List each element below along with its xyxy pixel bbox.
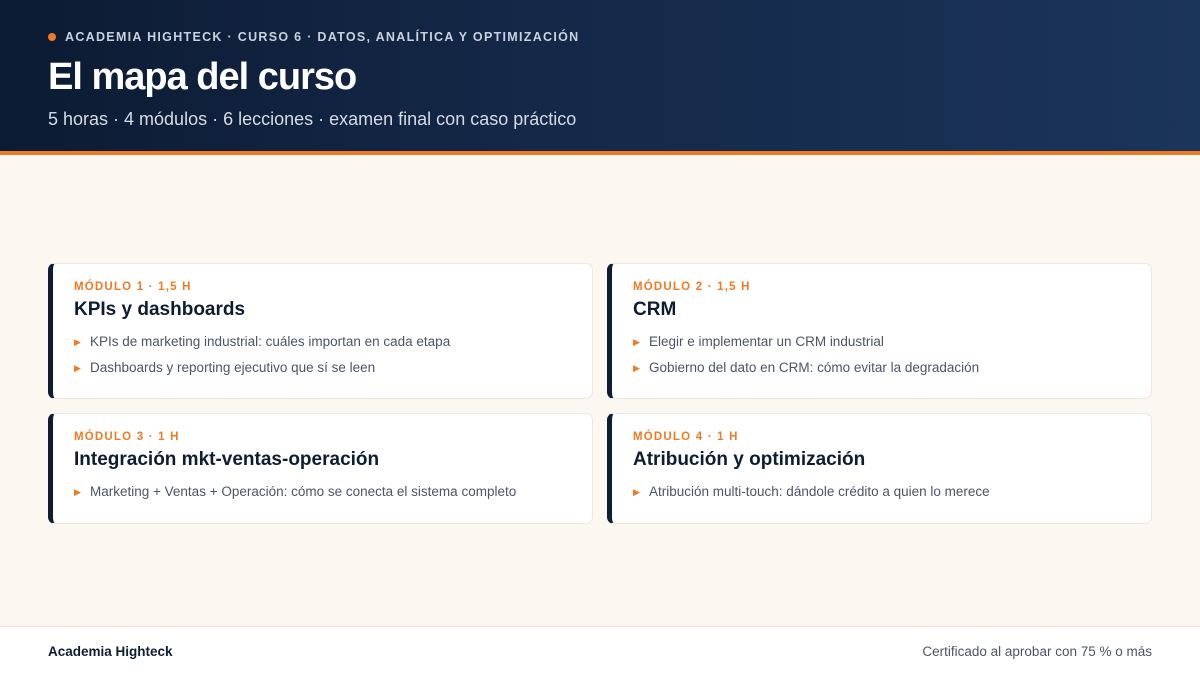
course-summary: 5 horas · 4 módulos · 6 lecciones · exam… <box>48 109 577 129</box>
lesson-text: Elegir e implementar un CRM industrial <box>649 334 884 349</box>
eyebrow-text: ACADEMIA HIGHTECK · CURSO 6 · DATOS, ANA… <box>65 30 580 44</box>
lesson-list: ▶ KPIs de marketing industrial: cuáles i… <box>74 334 572 376</box>
lesson-item: ▶ Elegir e implementar un CRM industrial <box>633 334 1131 350</box>
module-meta: MÓDULO 3 · 1 H <box>74 431 180 443</box>
course-map-page: ACADEMIA HIGHTECK · CURSO 6 · DATOS, ANA… <box>0 0 1200 675</box>
triangle-right-icon: ▶ <box>74 363 81 373</box>
module-card-3: MÓDULO 3 · 1 H Integración mkt-ventas-op… <box>48 413 593 524</box>
lesson-list: ▶ Atribución multi-touch: dándole crédit… <box>633 484 1131 500</box>
footer-brand: Academia Highteck <box>48 644 173 659</box>
certificate-note: Certificado al aprobar con 75 % o más <box>922 644 1152 659</box>
module-meta: MÓDULO 2 · 1,5 H <box>633 281 751 293</box>
course-eyebrow: ACADEMIA HIGHTECK · CURSO 6 · DATOS, ANA… <box>48 30 580 44</box>
footer-bar: Academia Highteck Certificado al aprobar… <box>0 626 1200 675</box>
orange-dot-icon <box>48 33 56 41</box>
lesson-text: Gobierno del dato en CRM: cómo evitar la… <box>649 360 980 375</box>
page-title: El mapa del curso <box>48 56 357 98</box>
module-title: Integración mkt-ventas-operación <box>74 449 380 470</box>
triangle-right-icon: ▶ <box>633 487 640 497</box>
module-card-1: MÓDULO 1 · 1,5 H KPIs y dashboards ▶ KPI… <box>48 263 593 399</box>
module-title: Atribución y optimización <box>633 449 866 470</box>
triangle-right-icon: ▶ <box>74 337 81 347</box>
module-card-2: MÓDULO 2 · 1,5 H CRM ▶ Elegir e implemen… <box>607 263 1152 399</box>
module-title: KPIs y dashboards <box>74 299 246 320</box>
module-card-4: MÓDULO 4 · 1 H Atribución y optimización… <box>607 413 1152 524</box>
lesson-item: ▶ Marketing + Ventas + Operación: cómo s… <box>74 484 572 500</box>
module-meta: MÓDULO 1 · 1,5 H <box>74 281 192 293</box>
module-meta: MÓDULO 4 · 1 H <box>633 431 739 443</box>
lesson-item: ▶ Dashboards y reporting ejecutivo que s… <box>74 360 572 376</box>
lesson-text: Dashboards y reporting ejecutivo que sí … <box>90 360 376 375</box>
triangle-right-icon: ▶ <box>633 337 640 347</box>
lesson-text: Atribución multi-touch: dándole crédito … <box>649 484 990 499</box>
header-banner: ACADEMIA HIGHTECK · CURSO 6 · DATOS, ANA… <box>0 0 1200 155</box>
lesson-list: ▶ Elegir e implementar un CRM industrial… <box>633 334 1131 376</box>
lesson-list: ▶ Marketing + Ventas + Operación: cómo s… <box>74 484 572 500</box>
triangle-right-icon: ▶ <box>633 363 640 373</box>
triangle-right-icon: ▶ <box>74 487 81 497</box>
modules-grid: MÓDULO 1 · 1,5 H KPIs y dashboards ▶ KPI… <box>48 263 1152 524</box>
lesson-text: Marketing + Ventas + Operación: cómo se … <box>90 484 517 499</box>
lesson-item: ▶ KPIs de marketing industrial: cuáles i… <box>74 334 572 350</box>
module-title: CRM <box>633 299 677 320</box>
lesson-item: ▶ Gobierno del dato en CRM: cómo evitar … <box>633 360 1131 376</box>
lesson-item: ▶ Atribución multi-touch: dándole crédit… <box>633 484 1131 500</box>
lesson-text: KPIs de marketing industrial: cuáles imp… <box>90 334 451 349</box>
